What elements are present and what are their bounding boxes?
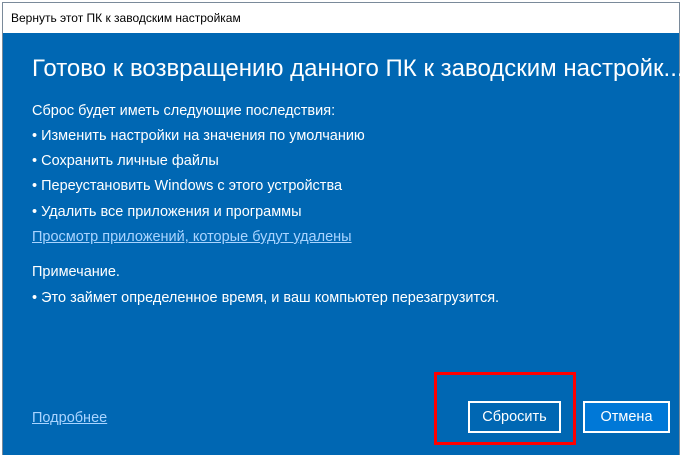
- effect-item: • Сохранить личные файлы: [32, 153, 219, 169]
- cancel-button[interactable]: Отмена: [583, 401, 670, 433]
- learn-more-link[interactable]: Подробнее: [32, 410, 107, 426]
- dialog-body: Готово к возвращению данного ПК к заводс…: [3, 33, 684, 455]
- reset-button[interactable]: Сбросить: [468, 401, 561, 433]
- effect-item: • Удалить все приложения и программы: [32, 204, 302, 220]
- page-title: Готово к возвращению данного ПК к заводс…: [32, 55, 684, 82]
- effect-item: • Изменить настройки на значения по умол…: [32, 128, 365, 144]
- effect-item: • Переустановить Windows с этого устройс…: [32, 178, 343, 194]
- note-label: Примечание.: [32, 264, 120, 280]
- view-removed-apps-link[interactable]: Просмотр приложений, которые будут удале…: [32, 229, 352, 245]
- window-title: Вернуть этот ПК к заводским настройкам: [3, 3, 679, 33]
- note-item: • Это займет определенное время, и ваш к…: [32, 290, 500, 306]
- intro-text: Сброс будет иметь следующие последствия:: [32, 103, 336, 119]
- reset-pc-dialog: Вернуть этот ПК к заводским настройкам Г…: [2, 2, 684, 455]
